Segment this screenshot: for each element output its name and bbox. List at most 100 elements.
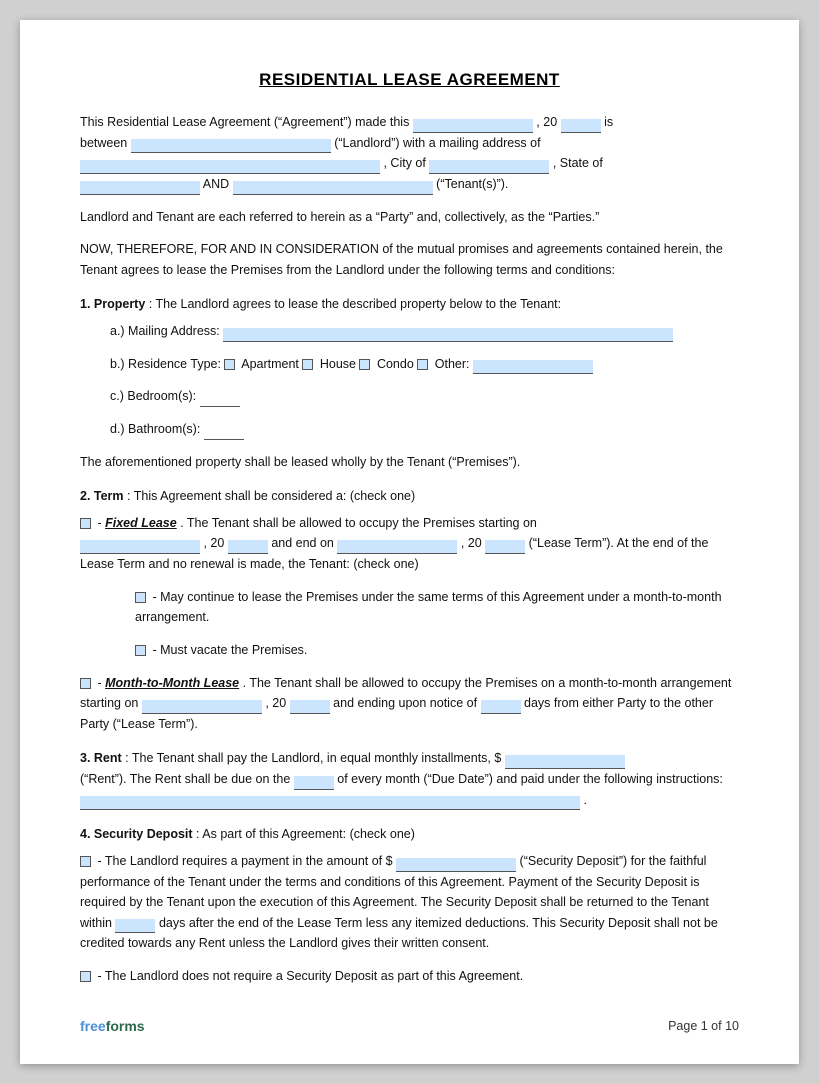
consideration-text: NOW, THEREFORE, FOR AND IN CONSIDERATION… — [80, 239, 739, 280]
section1-c: c.) Bedroom(s): — [80, 386, 739, 407]
section1-d-label: d.) Bathroom(s): — [110, 422, 200, 436]
section1-text: : The Landlord agrees to lease the descr… — [149, 297, 561, 311]
fixed-lease-checkbox[interactable] — [80, 518, 91, 529]
other-field[interactable] — [473, 360, 593, 374]
fixed-lease-label: Fixed Lease — [105, 516, 177, 530]
intro-between: between — [80, 136, 127, 150]
year-field[interactable] — [561, 119, 601, 133]
section1-a: a.) Mailing Address: — [80, 321, 739, 342]
due-date-field[interactable] — [294, 776, 334, 790]
section3-text3: of every month (“Due Date”) and paid und… — [337, 772, 723, 786]
payment-instructions-field[interactable] — [80, 796, 580, 810]
other-label: Other: — [435, 357, 473, 371]
month-text3: and ending upon notice of — [333, 696, 477, 710]
sec-dep-text1: - The Landlord requires a payment in the… — [97, 854, 392, 868]
page-number: Page 1 of 10 — [668, 1019, 739, 1033]
other-checkbox[interactable] — [417, 359, 428, 370]
condo-checkbox[interactable] — [359, 359, 370, 370]
intro-year-prefix: , 20 — [536, 115, 557, 129]
tenant-name-field[interactable] — [233, 181, 433, 195]
section2-option1: - May continue to lease the Premises und… — [80, 587, 739, 628]
section4-option2: - The Landlord does not require a Securi… — [80, 966, 739, 987]
date-field[interactable] — [413, 119, 533, 133]
section4-header: 4. Security Deposit : As part of this Ag… — [80, 824, 739, 845]
section2-fixed: - Fixed Lease . The Tenant shall be allo… — [80, 513, 739, 575]
fixed-start-date-field[interactable] — [80, 540, 200, 554]
brand-logo: freeforms — [80, 1018, 145, 1034]
document-footer: freeforms Page 1 of 10 — [80, 1018, 739, 1034]
section2-text: : This Agreement shall be considered a: … — [127, 489, 415, 503]
no-security-deposit-checkbox[interactable] — [80, 971, 91, 982]
house-checkbox[interactable] — [302, 359, 313, 370]
fixed-end-date-field[interactable] — [337, 540, 457, 554]
notice-days-field[interactable] — [481, 700, 521, 714]
house-label: House — [320, 357, 360, 371]
landlord-name-field[interactable] — [131, 139, 331, 153]
parties-line: Landlord and Tenant are each referred to… — [80, 207, 739, 228]
rent-amount-field[interactable] — [505, 755, 625, 769]
section4-text: : As part of this Agreement: (check one) — [196, 827, 415, 841]
fixed-text3: and end on — [271, 536, 334, 550]
fixed-year1-prefix: , 20 — [203, 536, 224, 550]
section3-header: 3. Rent : The Tenant shall pay the Landl… — [80, 748, 739, 810]
section1-a-label: a.) Mailing Address: — [110, 324, 220, 338]
return-days-field[interactable] — [115, 919, 155, 933]
option2-text: - Must vacate the Premises. — [152, 643, 307, 657]
month-lease-label: Month-to-Month Lease — [105, 676, 239, 690]
month-year-prefix: , 20 — [265, 696, 286, 710]
section2-month: - Month-to-Month Lease . The Tenant shal… — [80, 673, 739, 735]
intro-tenant-label: (“Tenant(s)”). — [436, 177, 508, 191]
bathrooms-field[interactable] — [204, 426, 244, 440]
fixed-start-year-field[interactable] — [228, 540, 268, 554]
intro-and: AND — [203, 177, 229, 191]
section2-header: 2. Term : This Agreement shall be consid… — [80, 486, 739, 507]
apartment-label: Apartment — [241, 357, 302, 371]
section2-title: 2. Term — [80, 489, 124, 503]
sec-dep-text3: days after the end of the Lease Term les… — [80, 916, 718, 951]
intro-paragraph: This Residential Lease Agreement (“Agree… — [80, 112, 739, 195]
section3-text1: : The Tenant shall pay the Landlord, in … — [125, 751, 501, 765]
month-to-month-checkbox[interactable] — [135, 592, 146, 603]
section4-option1: - The Landlord requires a payment in the… — [80, 851, 739, 954]
brand-free: free — [80, 1018, 106, 1034]
section1-b-label: b.) Residence Type: — [110, 357, 221, 371]
section2-option2: - Must vacate the Premises. — [80, 640, 739, 661]
section3-title: 3. Rent — [80, 751, 122, 765]
month-start-year-field[interactable] — [290, 700, 330, 714]
fixed-year2-prefix: , 20 — [461, 536, 482, 550]
section1-header: 1. Property : The Landlord agrees to lea… — [80, 294, 739, 315]
section3-period: . — [583, 793, 586, 807]
bedrooms-field[interactable] — [200, 393, 240, 407]
security-deposit-checkbox[interactable] — [80, 856, 91, 867]
security-deposit-amount-field[interactable] — [396, 858, 516, 872]
section3-text2: (“Rent”). The Rent shall be due on the — [80, 772, 290, 786]
no-sec-dep-text: - The Landlord does not require a Securi… — [97, 969, 523, 983]
condo-label: Condo — [377, 357, 417, 371]
fixed-text1: . The Tenant shall be allowed to occupy … — [180, 516, 537, 530]
section4-title: 4. Security Deposit — [80, 827, 193, 841]
month-dash: - — [97, 676, 105, 690]
fixed-end-year-field[interactable] — [485, 540, 525, 554]
section1-c-label: c.) Bedroom(s): — [110, 389, 196, 403]
month-lease-checkbox[interactable] — [80, 678, 91, 689]
intro-text-1: This Residential Lease Agreement (“Agree… — [80, 115, 409, 129]
mailing-address-field[interactable] — [80, 160, 380, 174]
document-page: RESIDENTIAL LEASE AGREEMENT This Residen… — [20, 20, 799, 1064]
document-title: RESIDENTIAL LEASE AGREEMENT — [80, 70, 739, 90]
section1-b: b.) Residence Type: Apartment House Cond… — [80, 354, 739, 375]
section1-d: d.) Bathroom(s): — [80, 419, 739, 440]
mailing-address-property-field[interactable] — [223, 328, 673, 342]
month-start-field[interactable] — [142, 700, 262, 714]
state-field[interactable] — [80, 181, 200, 195]
fixed-dash: - — [97, 516, 105, 530]
city-field[interactable] — [429, 160, 549, 174]
apartment-checkbox[interactable] — [224, 359, 235, 370]
intro-landlord-label: (“Landlord”) with a mailing address of — [334, 136, 540, 150]
intro-is: is — [604, 115, 613, 129]
brand-forms: forms — [106, 1018, 145, 1034]
option1-text: - May continue to lease the Premises und… — [135, 590, 722, 625]
intro-state: , State of — [553, 156, 603, 170]
vacate-checkbox[interactable] — [135, 645, 146, 656]
premises-closing: The aforementioned property shall be lea… — [80, 452, 739, 473]
section1-title: 1. Property — [80, 297, 145, 311]
